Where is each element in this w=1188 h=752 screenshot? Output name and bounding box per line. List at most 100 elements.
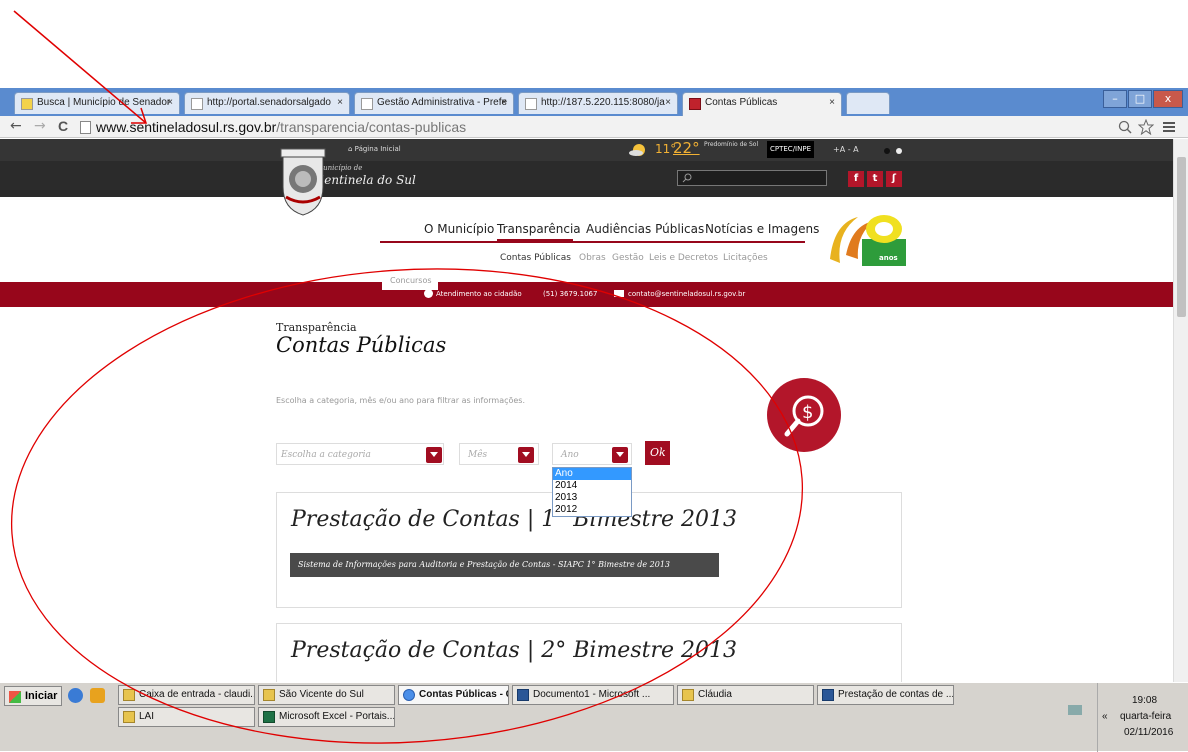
tab-contas-publicas[interactable]: Contas Públicas × — [682, 92, 842, 116]
nav-o-municipio[interactable]: O Município — [424, 222, 494, 236]
taskbar-item-folder[interactable]: LAI — [118, 707, 255, 727]
url-field[interactable]: www.sentineladosul.rs.gov.br/transparenc… — [96, 119, 466, 135]
card-2-bimestre: Prestação de Contas | 2° Bimestre 2013 — [276, 623, 902, 682]
rss-icon[interactable]: ʃ — [886, 171, 902, 187]
site-search-input[interactable] — [677, 170, 827, 186]
subnav-obras[interactable]: Obras — [579, 253, 606, 263]
category-select[interactable]: Escolha a categoria — [276, 443, 444, 465]
word-icon — [517, 689, 529, 701]
windows-icon — [9, 691, 21, 703]
taskbar-item-chrome[interactable]: Contas Públicas - Goo... — [398, 685, 509, 705]
anos-label: anos — [879, 254, 898, 262]
contact-email[interactable]: contato@sentineladosul.rs.gov.br — [628, 290, 745, 298]
taskbar-item-folder[interactable]: São Vicente do Sul — [258, 685, 395, 705]
clock-date: 02/11/2016 — [1124, 727, 1174, 738]
back-button[interactable]: ← — [10, 118, 22, 134]
tab-close-icon[interactable]: × — [665, 97, 671, 108]
coat-of-arms-logo[interactable] — [278, 147, 328, 217]
tab-close-icon[interactable]: × — [829, 97, 835, 108]
subnav-leis[interactable]: Leis e Decretos — [649, 253, 718, 263]
new-tab-button[interactable] — [846, 92, 890, 114]
ok-button[interactable]: Ok — [645, 441, 670, 465]
word-icon — [822, 689, 834, 701]
tray-network-icon[interactable] — [1068, 705, 1082, 715]
temp-high: 22° — [673, 139, 700, 157]
tab-busca[interactable]: Busca | Município de Senador × — [14, 92, 180, 114]
folder-icon — [123, 711, 135, 723]
scrollbar-thumb[interactable] — [1177, 157, 1186, 317]
tab-gestao[interactable]: Gestão Administrativa - Prefe × — [354, 92, 514, 114]
site-header: Município de Sentinela do Sul f t ʃ — [0, 161, 1173, 197]
tab-label: http://187.5.220.115:8080/ja — [541, 97, 665, 108]
tab-close-icon[interactable]: × — [337, 97, 343, 108]
page-icon — [361, 98, 373, 110]
tray-expand-icon[interactable]: « — [1102, 711, 1108, 722]
contrast-light-button[interactable] — [896, 148, 902, 154]
nav-transparencia[interactable]: Transparência — [497, 222, 581, 236]
nav-audiencias[interactable]: Audiências Públicas — [586, 222, 704, 236]
outlook-icon[interactable] — [90, 688, 105, 703]
tab-label: Gestão Administrativa - Prefe — [377, 97, 508, 108]
year-option-2014[interactable]: 2014 — [553, 480, 631, 492]
star-icon[interactable] — [1138, 119, 1154, 135]
tab-ip-address[interactable]: http://187.5.220.115:8080/ja × — [518, 92, 678, 114]
contact-phone: (51) 3679.1067 — [543, 290, 598, 298]
close-window-button[interactable]: x — [1153, 90, 1183, 108]
windows-taskbar: Iniciar Caixa de entrada - claudi... São… — [0, 682, 1188, 752]
system-clock[interactable]: « 19:08 quarta-feira 02/11/2016 — [1097, 683, 1188, 752]
contrast-dark-button[interactable] — [884, 148, 890, 154]
phone-icon — [424, 289, 433, 298]
ie-icon[interactable] — [68, 688, 83, 703]
page-title: Contas Públicas — [276, 333, 447, 357]
taskbar-item-folder[interactable]: Cláudia — [677, 685, 814, 705]
nav-underline — [380, 241, 805, 243]
subnav-licitacoes[interactable]: Licitações — [723, 253, 768, 263]
year-dropdown-list[interactable]: Ano 2014 2013 2012 — [552, 467, 632, 517]
page-icon — [525, 98, 537, 110]
start-button[interactable]: Iniciar — [4, 686, 62, 706]
forecast-text: Predomínio de Sol — [704, 141, 759, 148]
year-option-2012[interactable]: 2012 — [553, 504, 631, 516]
subnav-gestao[interactable]: Gestão — [612, 253, 644, 263]
forward-button[interactable]: → — [34, 118, 46, 134]
font-size-controls[interactable]: +A - A — [833, 145, 859, 154]
chevron-down-icon[interactable] — [612, 447, 628, 463]
facebook-icon[interactable]: f — [848, 171, 864, 187]
tab-senadorsalgado[interactable]: http://portal.senadorsalgado × — [184, 92, 350, 114]
clock-day: quarta-feira — [1120, 711, 1172, 722]
tab-close-icon[interactable]: × — [501, 97, 507, 108]
taskbar-item-word[interactable]: Prestação de contas de ... — [817, 685, 954, 705]
subnav-contas[interactable]: Contas Públicas — [500, 253, 571, 263]
reload-button[interactable]: C — [58, 118, 68, 134]
folder-icon — [682, 689, 694, 701]
year-option-2013[interactable]: 2013 — [553, 492, 631, 504]
siapc-button[interactable]: Sistema de Informações para Auditoria e … — [290, 553, 719, 577]
tab-close-icon[interactable]: × — [167, 97, 173, 108]
twitter-icon[interactable]: t — [867, 171, 883, 187]
taskbar-item-word[interactable]: Documento1 - Microsoft ... — [512, 685, 674, 705]
svg-text:$: $ — [802, 402, 813, 423]
sun-icon — [629, 144, 645, 156]
url-domain: www.sentineladosul.rs.gov.br — [96, 119, 277, 135]
address-bar: ← → C www.sentineladosul.rs.gov.br/trans… — [0, 116, 1188, 138]
minimize-button[interactable]: – — [1103, 90, 1127, 108]
chevron-down-icon[interactable] — [518, 447, 534, 463]
chevron-down-icon[interactable] — [426, 447, 442, 463]
favicon-icon — [689, 98, 701, 110]
nav-noticias[interactable]: Notícias e Imagens — [705, 222, 819, 236]
favicon-icon — [21, 98, 33, 110]
municipio-name: Sentinela do Sul — [316, 173, 416, 187]
taskbar-item-excel[interactable]: Microsoft Excel - Portais... — [258, 707, 395, 727]
card-title: Prestação de Contas | 1° Bimestre 2013 — [291, 507, 737, 532]
menu-icon[interactable] — [1162, 121, 1176, 133]
taskbar-item-mail[interactable]: Caixa de entrada - claudi... — [118, 685, 255, 705]
money-search-icon: $ — [767, 378, 841, 452]
maximize-button[interactable]: □ — [1128, 90, 1152, 108]
home-link[interactable]: ⌂ Página Inicial — [348, 145, 401, 153]
zoom-icon[interactable] — [1118, 120, 1132, 134]
contact-label: Atendimento ao cidadão — [436, 290, 522, 298]
year-option-ano[interactable]: Ano — [553, 468, 631, 480]
subnav-concursos[interactable]: Concursos — [382, 274, 438, 290]
vertical-scrollbar[interactable] — [1173, 139, 1188, 682]
site-top-bar: ⌂ Página Inicial 11° 22° Predomínio de S… — [0, 139, 1173, 161]
